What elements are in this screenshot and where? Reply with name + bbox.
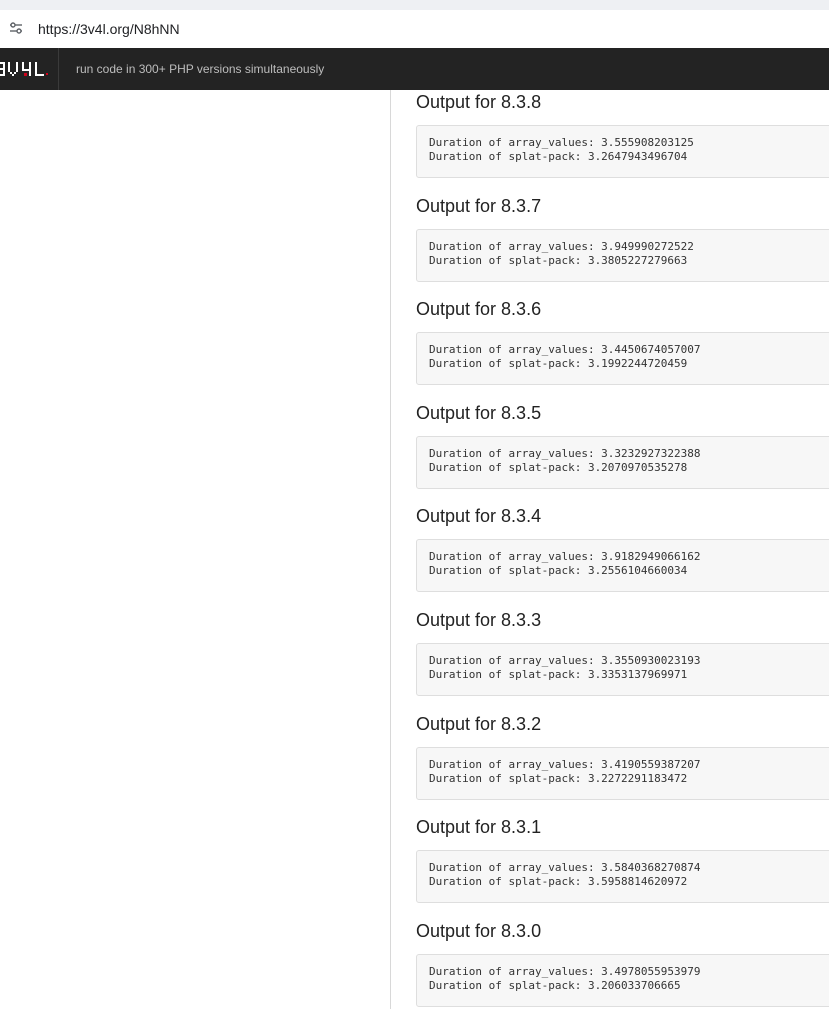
output-box: Duration of array_values: 3.497805595397…: [416, 954, 829, 1007]
output-heading: Output for 8.3.7: [416, 196, 542, 216]
output-line: Duration of splat-pack: 3.2070970535278: [429, 461, 688, 474]
browser-tab-strip: [0, 0, 829, 10]
output-heading: Output for 8.3.4: [416, 506, 542, 526]
output-box: Duration of array_values: 3.949990272522…: [416, 229, 829, 282]
output-line: Duration of array_values: 3.949990272522: [429, 240, 694, 253]
output-list: Output for 8.3.8 Duration of array_value…: [392, 90, 829, 1009]
output-box: Duration of array_values: 3.445067405700…: [416, 332, 829, 385]
output-line: Duration of splat-pack: 3.5958814620972: [429, 875, 688, 888]
output-heading: Output for 8.3.6: [416, 299, 542, 319]
output-section: Output for 8.3.7 Duration of array_value…: [416, 195, 829, 282]
output-line: Duration of array_values: 3.419055938720…: [429, 758, 701, 771]
output-heading: Output for 8.3.3: [416, 610, 542, 630]
output-line: Duration of array_values: 3.584036827087…: [429, 861, 701, 874]
output-heading: Output for 8.3.1: [416, 817, 542, 837]
output-box: Duration of array_values: 3.584036827087…: [416, 850, 829, 903]
output-section: Output for 8.3.3 Duration of array_value…: [416, 609, 829, 696]
output-line: Duration of array_values: 3.445067405700…: [429, 343, 701, 356]
output-line: Duration of array_values: 3.355093002319…: [429, 654, 701, 667]
site-tagline: run code in 300+ PHP versions simultaneo…: [76, 62, 325, 76]
output-line: Duration of splat-pack: 3.2272291183472: [429, 772, 688, 785]
output-line: Duration of splat-pack: 3.206033706665: [429, 979, 681, 992]
output-line: Duration of array_values: 3.497805595397…: [429, 965, 701, 978]
output-box: Duration of array_values: 3.918294906616…: [416, 539, 829, 592]
output-section: Output for 8.3.4 Duration of array_value…: [416, 505, 829, 592]
output-line: Duration of array_values: 3.323292732238…: [429, 447, 701, 460]
output-section: Output for 8.3.2 Duration of array_value…: [416, 713, 829, 800]
output-line: Duration of array_values: 3.555908203125: [429, 136, 694, 149]
url-text[interactable]: https://3v4l.org/N8hNN: [38, 20, 180, 38]
output-section: Output for 8.3.5 Duration of array_value…: [416, 402, 829, 489]
output-heading: Output for 8.3.8: [416, 92, 542, 112]
left-panel: [0, 90, 391, 1009]
output-section: Output for 8.3.6 Duration of array_value…: [416, 298, 829, 385]
output-line: Duration of splat-pack: 3.3805227279663: [429, 254, 688, 267]
header-divider: [58, 48, 59, 90]
output-section: Output for 8.3.0 Duration of array_value…: [416, 920, 829, 1007]
output-box: Duration of array_values: 3.419055938720…: [416, 747, 829, 800]
output-line: Duration of splat-pack: 3.2647943496704: [429, 150, 688, 163]
output-heading: Output for 8.3.2: [416, 714, 542, 734]
output-line: Duration of splat-pack: 3.3353137969971: [429, 668, 688, 681]
output-line: Duration of splat-pack: 3.2556104660034: [429, 564, 688, 577]
output-heading: Output for 8.3.0: [416, 921, 542, 941]
output-line: Duration of array_values: 3.918294906616…: [429, 550, 701, 563]
site-header: run code in 300+ PHP versions simultaneo…: [0, 48, 829, 90]
site-settings-icon[interactable]: [8, 20, 24, 36]
address-bar[interactable]: https://3v4l.org/N8hNN: [0, 10, 829, 48]
output-section: Output for 8.3.1 Duration of array_value…: [416, 816, 829, 903]
output-box: Duration of array_values: 3.355093002319…: [416, 643, 829, 696]
output-box: Duration of array_values: 3.323292732238…: [416, 436, 829, 489]
output-section: Output for 8.3.8 Duration of array_value…: [416, 91, 829, 178]
output-line: Duration of splat-pack: 3.1992244720459: [429, 357, 688, 370]
output-box: Duration of array_values: 3.555908203125…: [416, 125, 829, 178]
output-heading: Output for 8.3.5: [416, 403, 542, 423]
site-logo[interactable]: [0, 60, 49, 78]
